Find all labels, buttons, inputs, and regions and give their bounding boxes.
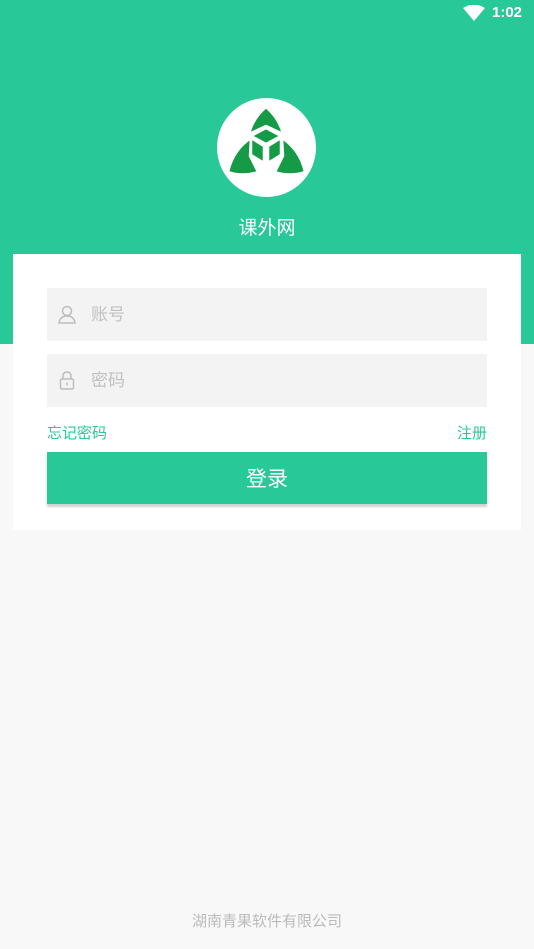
user-icon: [57, 304, 77, 324]
register-link[interactable]: 注册: [457, 422, 487, 443]
app-name: 课外网: [238, 217, 296, 239]
account-field[interactable]: [47, 288, 487, 341]
wifi-icon: [463, 4, 485, 21]
three-petal-logo-icon: [226, 105, 307, 176]
status-time: 1:02: [492, 4, 523, 21]
login-card: 忘记密码 注册 登录: [13, 254, 521, 530]
lock-icon: [57, 370, 77, 390]
company-footer: 湖南青果软件有限公司: [191, 912, 342, 930]
app-logo: [217, 98, 316, 197]
login-button[interactable]: 登录: [47, 452, 487, 504]
password-field[interactable]: [47, 354, 487, 407]
password-input[interactable]: [91, 354, 471, 407]
forgot-password-link[interactable]: 忘记密码: [47, 422, 107, 443]
account-input[interactable]: [91, 288, 471, 341]
status-bar: 1:02: [0, 0, 534, 30]
